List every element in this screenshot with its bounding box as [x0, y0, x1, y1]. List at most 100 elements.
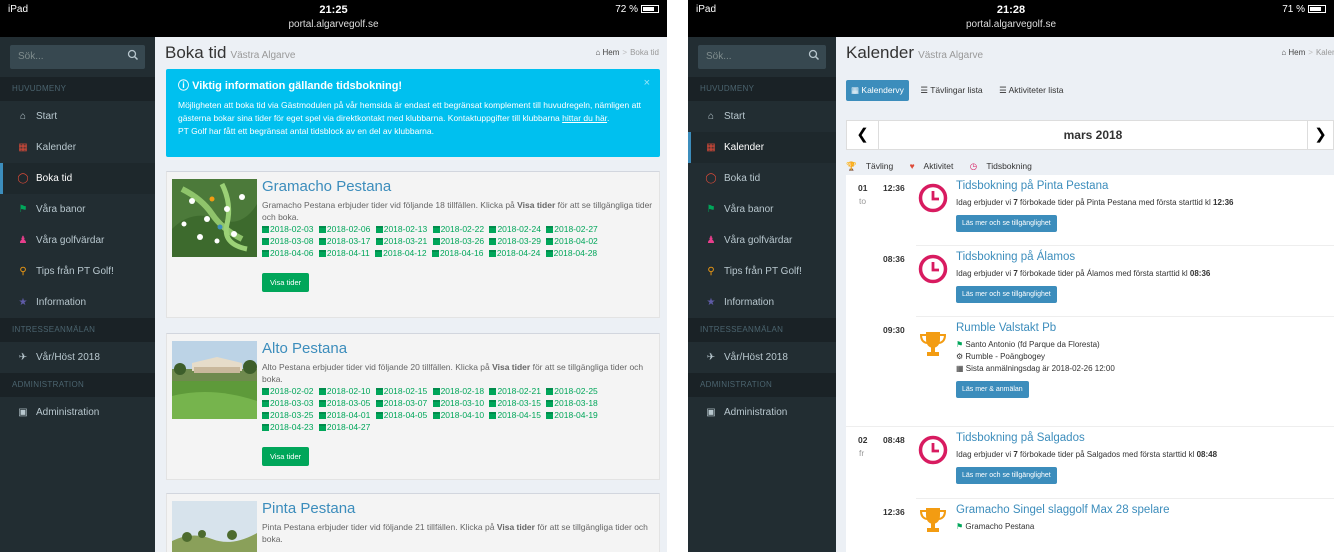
date-link[interactable]: 2018-04-10	[432, 410, 484, 420]
breadcrumb-home[interactable]: Hem	[1288, 48, 1305, 57]
date-link[interactable]: 2018-04-23	[262, 422, 313, 432]
tab-tavlingar-lista[interactable]: ☰ Tävlingar lista	[915, 80, 987, 101]
sidebar-item-vara-banor[interactable]: ⚑ Våra banor	[688, 194, 836, 225]
course-name[interactable]: Pinta Pestana	[262, 500, 653, 517]
date-link[interactable]: 2018-03-21	[375, 236, 427, 246]
date-link[interactable]: 2018-04-28	[545, 248, 597, 258]
calendar-icon	[489, 238, 497, 245]
show-times-button[interactable]: Visa tider	[262, 447, 310, 466]
calendar-icon	[262, 388, 269, 395]
date-link[interactable]: 2018-02-21	[489, 386, 541, 396]
calendar-icon	[546, 238, 554, 245]
sidebar-item-tips[interactable]: ⚲ Tips från PT Golf!	[688, 256, 836, 287]
event-weekday: fr	[859, 448, 865, 458]
contact-link[interactable]: hittar du här	[562, 113, 607, 123]
date-link[interactable]: 2018-03-10	[432, 398, 484, 408]
date-link[interactable]: 2018-04-16	[431, 248, 483, 258]
date-link[interactable]: 2018-03-18	[546, 398, 598, 408]
read-more-button[interactable]: Läs mer och se tillgänglighet	[956, 215, 1057, 232]
date-link[interactable]: 2018-02-10	[318, 386, 370, 396]
close-icon[interactable]: ×	[644, 77, 650, 89]
search-input[interactable]: Sök...	[698, 45, 826, 69]
date-link[interactable]: 2018-02-15	[375, 386, 427, 396]
course-name[interactable]: Gramacho Pestana	[262, 178, 653, 195]
sidebar-item-administration[interactable]: ▣ Administration	[688, 397, 836, 428]
date-link[interactable]: 2018-04-06	[262, 248, 313, 258]
url-bar[interactable]: portal.algarvegolf.se	[0, 19, 667, 30]
calendar-icon	[489, 226, 497, 233]
battery-indicator: 71 %	[1282, 4, 1326, 15]
sidebar-item-start[interactable]: ⌂ Start	[0, 101, 155, 132]
sidebar-item-kalender[interactable]: ▦ Kalender	[688, 132, 836, 163]
date-link[interactable]: 2018-03-08	[262, 236, 313, 246]
search-icon[interactable]	[127, 49, 139, 61]
sidebar-item-tips[interactable]: ⚲ Tips från PT Golf!	[0, 256, 155, 287]
date-link[interactable]: 2018-04-05	[375, 410, 427, 420]
sidebar-item-var-host[interactable]: ✈ Vår/Höst 2018	[0, 342, 155, 373]
event-day: 01	[858, 183, 868, 193]
sidebar-item-information[interactable]: ★ Information	[688, 287, 836, 318]
date-link[interactable]: 2018-03-29	[489, 236, 541, 246]
date-link[interactable]: 2018-02-22	[432, 224, 484, 234]
show-times-button[interactable]: Visa tider	[262, 273, 310, 292]
tab-kalendervy[interactable]: ▦ Kalendervy	[846, 80, 909, 101]
date-link[interactable]: 2018-02-18	[432, 386, 484, 396]
date-link[interactable]: 2018-04-27	[318, 422, 370, 432]
sidebar-item-vara-banor[interactable]: ⚑ Våra banor	[0, 194, 155, 225]
date-link[interactable]: 2018-02-02	[262, 386, 313, 396]
search-input[interactable]: Sök...	[10, 45, 145, 69]
date-link[interactable]: 2018-02-13	[375, 224, 427, 234]
date-link[interactable]: 2018-03-05	[318, 398, 370, 408]
date-link[interactable]: 2018-04-19	[546, 410, 598, 420]
date-link[interactable]: 2018-04-01	[318, 410, 370, 420]
date-link[interactable]: 2018-03-15	[489, 398, 541, 408]
read-more-button[interactable]: Läs mer och se tillgänglighet	[956, 286, 1057, 303]
date-link[interactable]: 2018-04-02	[546, 236, 598, 246]
sidebar-item-administration[interactable]: ▣ Administration	[0, 397, 155, 428]
event-weekday: to	[859, 196, 867, 206]
breadcrumb-home[interactable]: Hem	[603, 48, 620, 57]
event-title[interactable]: Gramacho Singel slaggolf Max 28 spelare	[956, 504, 1170, 516]
event-title[interactable]: Tidsbokning på Pinta Pestana	[956, 180, 1108, 192]
search-icon[interactable]	[808, 49, 820, 61]
sidebar-item-start[interactable]: ⌂ Start	[688, 101, 836, 132]
sidebar-item-golfvardar[interactable]: ♟ Våra golfvärdar	[688, 225, 836, 256]
menu-header-interest: INTRESSEANMÄLAN	[688, 318, 836, 342]
date-link[interactable]: 2018-04-11	[318, 248, 370, 258]
date-link[interactable]: 2018-04-24	[488, 248, 540, 258]
date-link[interactable]: 2018-04-15	[489, 410, 541, 420]
course-map-image	[172, 179, 257, 257]
sidebar-item-golfvardar[interactable]: ♟ Våra golfvärdar	[0, 225, 155, 256]
event-title[interactable]: Tidsbokning på Álamos	[956, 251, 1075, 263]
course-name[interactable]: Alto Pestana	[262, 340, 653, 357]
event-details: ⚑ Santo Antonio (fd Parque da Floresta) …	[956, 340, 1115, 373]
read-more-button[interactable]: Läs mer och se tillgänglighet	[956, 467, 1057, 484]
date-link[interactable]: 2018-03-25	[262, 410, 313, 420]
calendar-icon	[318, 250, 326, 257]
date-link[interactable]: 2018-03-07	[375, 398, 427, 408]
sidebar-item-var-host[interactable]: ✈ Vår/Höst 2018	[688, 342, 836, 373]
register-button[interactable]: Läs mer & anmälan	[956, 381, 1029, 398]
date-link[interactable]: 2018-02-25	[546, 386, 598, 396]
calendar-icon: ▦	[956, 364, 964, 373]
event-title[interactable]: Tidsbokning på Salgados	[956, 432, 1085, 444]
next-month-button[interactable]: ❯	[1307, 121, 1333, 149]
date-link[interactable]: 2018-02-06	[318, 224, 370, 234]
prev-month-button[interactable]: ❮	[847, 121, 879, 149]
url-bar[interactable]: portal.algarvegolf.se	[688, 19, 1334, 30]
sidebar: Sök... HUVUDMENY ⌂ Start ▦ Kalender ◯ Boka …	[0, 37, 155, 552]
date-link[interactable]: 2018-02-03	[262, 224, 313, 234]
event-title[interactable]: Rumble Valstakt Pb	[956, 322, 1056, 334]
date-link[interactable]: 2018-03-17	[318, 236, 370, 246]
date-link[interactable]: 2018-04-12	[375, 248, 427, 258]
date-link[interactable]: 2018-03-03	[262, 398, 313, 408]
sidebar-item-boka-tid[interactable]: ◯ Boka tid	[688, 163, 836, 194]
sidebar-item-kalender[interactable]: ▦ Kalender	[0, 132, 155, 163]
tab-aktiviteter-lista[interactable]: ☰ Aktiviteter lista	[994, 80, 1068, 101]
date-link[interactable]: 2018-03-26	[432, 236, 484, 246]
sidebar-item-information[interactable]: ★ Information	[0, 287, 155, 318]
date-link[interactable]: 2018-02-24	[489, 224, 541, 234]
date-link[interactable]: 2018-02-27	[546, 224, 598, 234]
sidebar-item-boka-tid[interactable]: ◯ Boka tid	[0, 163, 155, 194]
calendar-icon	[318, 400, 326, 407]
